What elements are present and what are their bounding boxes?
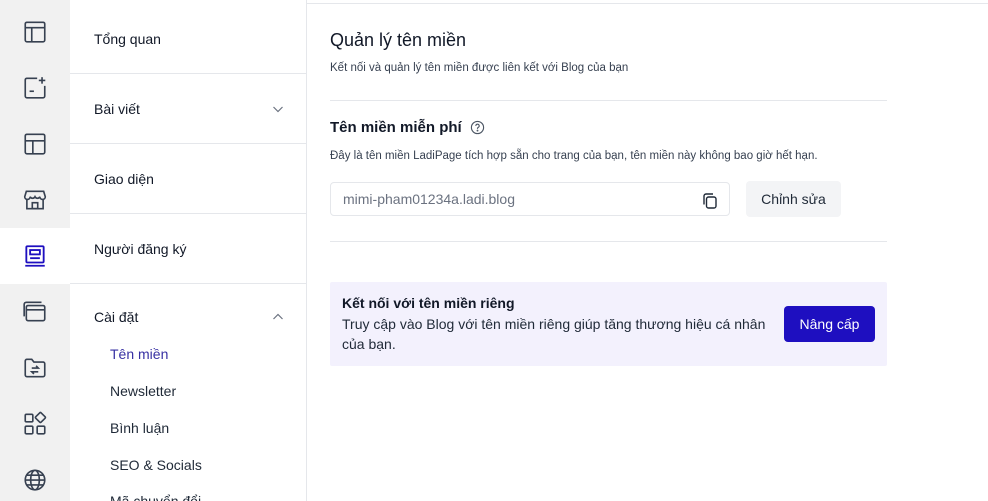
nav-appearance-label: Giao diện	[94, 170, 154, 187]
apps-icon	[24, 411, 47, 435]
rail-browser[interactable]	[0, 284, 70, 340]
nav-subscribers-label: Người đăng ký	[94, 240, 187, 257]
blog-icon	[25, 245, 45, 267]
nav-appearance[interactable]: Giao diện	[70, 144, 306, 214]
domain-input[interactable]	[331, 183, 681, 215]
promo-title: Kết nối với tên miền riêng	[342, 295, 515, 311]
secondary-nav: Tổng quan Bài viết Giao diện Người đăng …	[70, 0, 307, 501]
nav-settings-comments[interactable]: Bình luận	[110, 420, 169, 436]
copy-icon[interactable]	[701, 192, 719, 210]
chevron-up-icon[interactable]	[272, 311, 284, 323]
upgrade-button[interactable]: Nâng cấp	[784, 306, 875, 342]
nav-settings-seo[interactable]: SEO & Socials	[110, 457, 202, 473]
nav-subscribers[interactable]: Người đăng ký	[70, 214, 306, 284]
free-domain-description: Đây là tên miền LadiPage tích hợp sẵn ch…	[330, 150, 818, 162]
domain-field	[330, 182, 730, 216]
nav-posts[interactable]: Bài viết	[70, 74, 306, 144]
add-post-icon	[24, 77, 46, 99]
rail-store[interactable]	[0, 172, 70, 228]
page-description: Kết nối và quản lý tên miền được liên kế…	[330, 62, 629, 74]
browser-window-icon	[23, 301, 46, 322]
rail-globe[interactable]	[0, 452, 70, 501]
nav-settings-conversion[interactable]: Mã chuyển đổi	[110, 493, 201, 501]
edit-domain-button[interactable]: Chỉnh sửa	[746, 181, 841, 217]
top-divider	[307, 3, 988, 4]
rail-blog[interactable]	[0, 228, 70, 284]
section-divider	[330, 100, 887, 101]
nav-settings-domain[interactable]: Tên miền	[110, 346, 168, 362]
icon-rail	[0, 0, 70, 501]
nav-overview-label: Tổng quan	[94, 30, 161, 47]
free-domain-title: Tên miền miễn phí	[330, 119, 485, 136]
help-icon[interactable]	[470, 120, 485, 135]
rail-apps[interactable]	[0, 396, 70, 452]
free-domain-title-text: Tên miền miễn phí	[330, 119, 462, 136]
rail-layout[interactable]	[0, 4, 70, 60]
nav-posts-label: Bài viết	[94, 100, 140, 117]
chevron-down-icon	[273, 106, 283, 112]
promo-description: Truy cập vào Blog với tên miền riêng giú…	[342, 316, 766, 352]
rail-add-post[interactable]	[0, 60, 70, 116]
globe-icon	[24, 469, 46, 491]
template-icon	[24, 133, 46, 155]
page-title: Quản lý tên miền	[330, 30, 467, 50]
layout-icon	[24, 21, 46, 43]
nav-settings[interactable]: Cài đặt	[94, 309, 138, 325]
rail-folder-sync[interactable]	[0, 340, 70, 396]
folder-sync-icon	[24, 358, 46, 378]
nav-settings-newsletter[interactable]: Newsletter	[110, 383, 176, 399]
rail-template[interactable]	[0, 116, 70, 172]
store-icon	[23, 190, 47, 210]
custom-domain-promo: Kết nối với tên miền riêng Truy cập vào …	[330, 282, 887, 366]
section-divider	[330, 241, 887, 242]
nav-overview[interactable]: Tổng quan	[70, 4, 306, 74]
